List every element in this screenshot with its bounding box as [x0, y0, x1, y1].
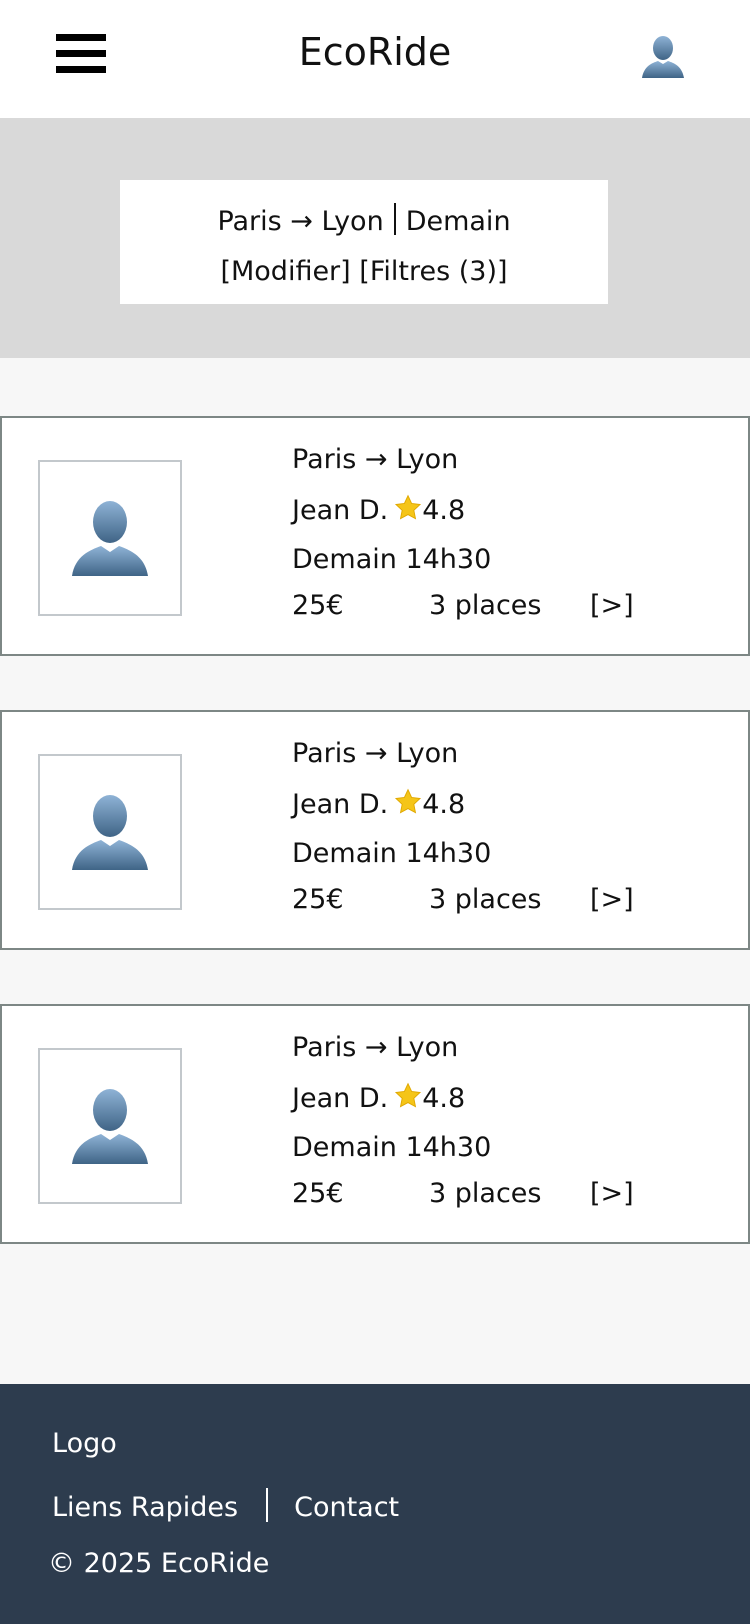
modify-search-button[interactable]: [Modifier]: [220, 256, 350, 287]
driver-name: Jean D.: [292, 495, 389, 526]
ride-seats: 3 places: [429, 884, 542, 915]
ride-route: Paris → Lyon: [292, 738, 459, 769]
app-title: EcoRide: [298, 30, 452, 74]
star-icon: [395, 788, 422, 814]
ride-card[interactable]: Paris → Lyon Jean D. 4.8 Demain 14h30 25€…: [0, 1004, 750, 1244]
ride-seats: 3 places: [429, 590, 542, 621]
search-summary-band: Paris → Lyon Demain [Modifier] [Filtres (…: [0, 118, 750, 358]
user-avatar-icon[interactable]: [640, 34, 686, 80]
search-date: Demain: [405, 206, 511, 237]
user-avatar-icon: [72, 1089, 148, 1164]
ride-route: Paris → Lyon: [292, 444, 459, 475]
ride-price: 25€: [292, 1178, 344, 1209]
contact-link[interactable]: Contact: [294, 1492, 399, 1523]
divider: [266, 1488, 269, 1522]
ride-time: Demain 14h30: [292, 838, 492, 869]
ride-time: Demain 14h30: [292, 1132, 492, 1163]
ride-driver: Jean D. 4.8: [292, 494, 465, 526]
ride-details-button[interactable]: [>]: [590, 590, 634, 621]
driver-rating: 4.8: [422, 1083, 466, 1114]
app-header: EcoRide: [0, 0, 750, 118]
user-avatar-icon: [72, 501, 148, 576]
driver-photo: [38, 754, 182, 910]
search-actions: [Modifier] [Filtres (3)]: [120, 252, 608, 292]
site-footer: Logo Liens Rapides Contact © 2025 EcoRide: [0, 1384, 750, 1624]
star-icon: [395, 494, 422, 520]
driver-photo: [38, 1048, 182, 1204]
footer-links: Liens Rapides Contact: [52, 1488, 399, 1523]
ride-seats: 3 places: [429, 1178, 542, 1209]
ride-driver: Jean D. 4.8: [292, 788, 465, 820]
search-summary-box: Paris → Lyon Demain [Modifier] [Filtres (…: [120, 180, 608, 304]
driver-name: Jean D.: [292, 1083, 389, 1114]
ride-card[interactable]: Paris → Lyon Jean D. 4.8 Demain 14h30 25€…: [0, 710, 750, 950]
ride-details-button[interactable]: [>]: [590, 1178, 634, 1209]
driver-name: Jean D.: [292, 789, 389, 820]
ride-price: 25€: [292, 590, 344, 621]
ride-price: 25€: [292, 884, 344, 915]
star-icon: [395, 1082, 422, 1108]
divider: [393, 203, 396, 235]
ride-route: Paris → Lyon: [292, 1032, 459, 1063]
copyright-text: © 2025 EcoRide: [48, 1548, 270, 1579]
footer-logo: Logo: [52, 1428, 117, 1459]
search-route: Paris → Lyon: [217, 206, 384, 237]
user-avatar-icon: [72, 795, 148, 870]
filters-button[interactable]: [Filtres (3)]: [359, 256, 507, 287]
driver-rating: 4.8: [422, 495, 466, 526]
ride-driver: Jean D. 4.8: [292, 1082, 465, 1114]
quick-links-link[interactable]: Liens Rapides: [52, 1492, 238, 1523]
ride-details-button[interactable]: [>]: [590, 884, 634, 915]
ride-card[interactable]: Paris → Lyon Jean D. 4.8 Demain 14h30 25€…: [0, 416, 750, 656]
ride-time: Demain 14h30: [292, 544, 492, 575]
search-summary-line: Paris → Lyon Demain: [120, 202, 608, 242]
driver-photo: [38, 460, 182, 616]
driver-rating: 4.8: [422, 789, 466, 820]
